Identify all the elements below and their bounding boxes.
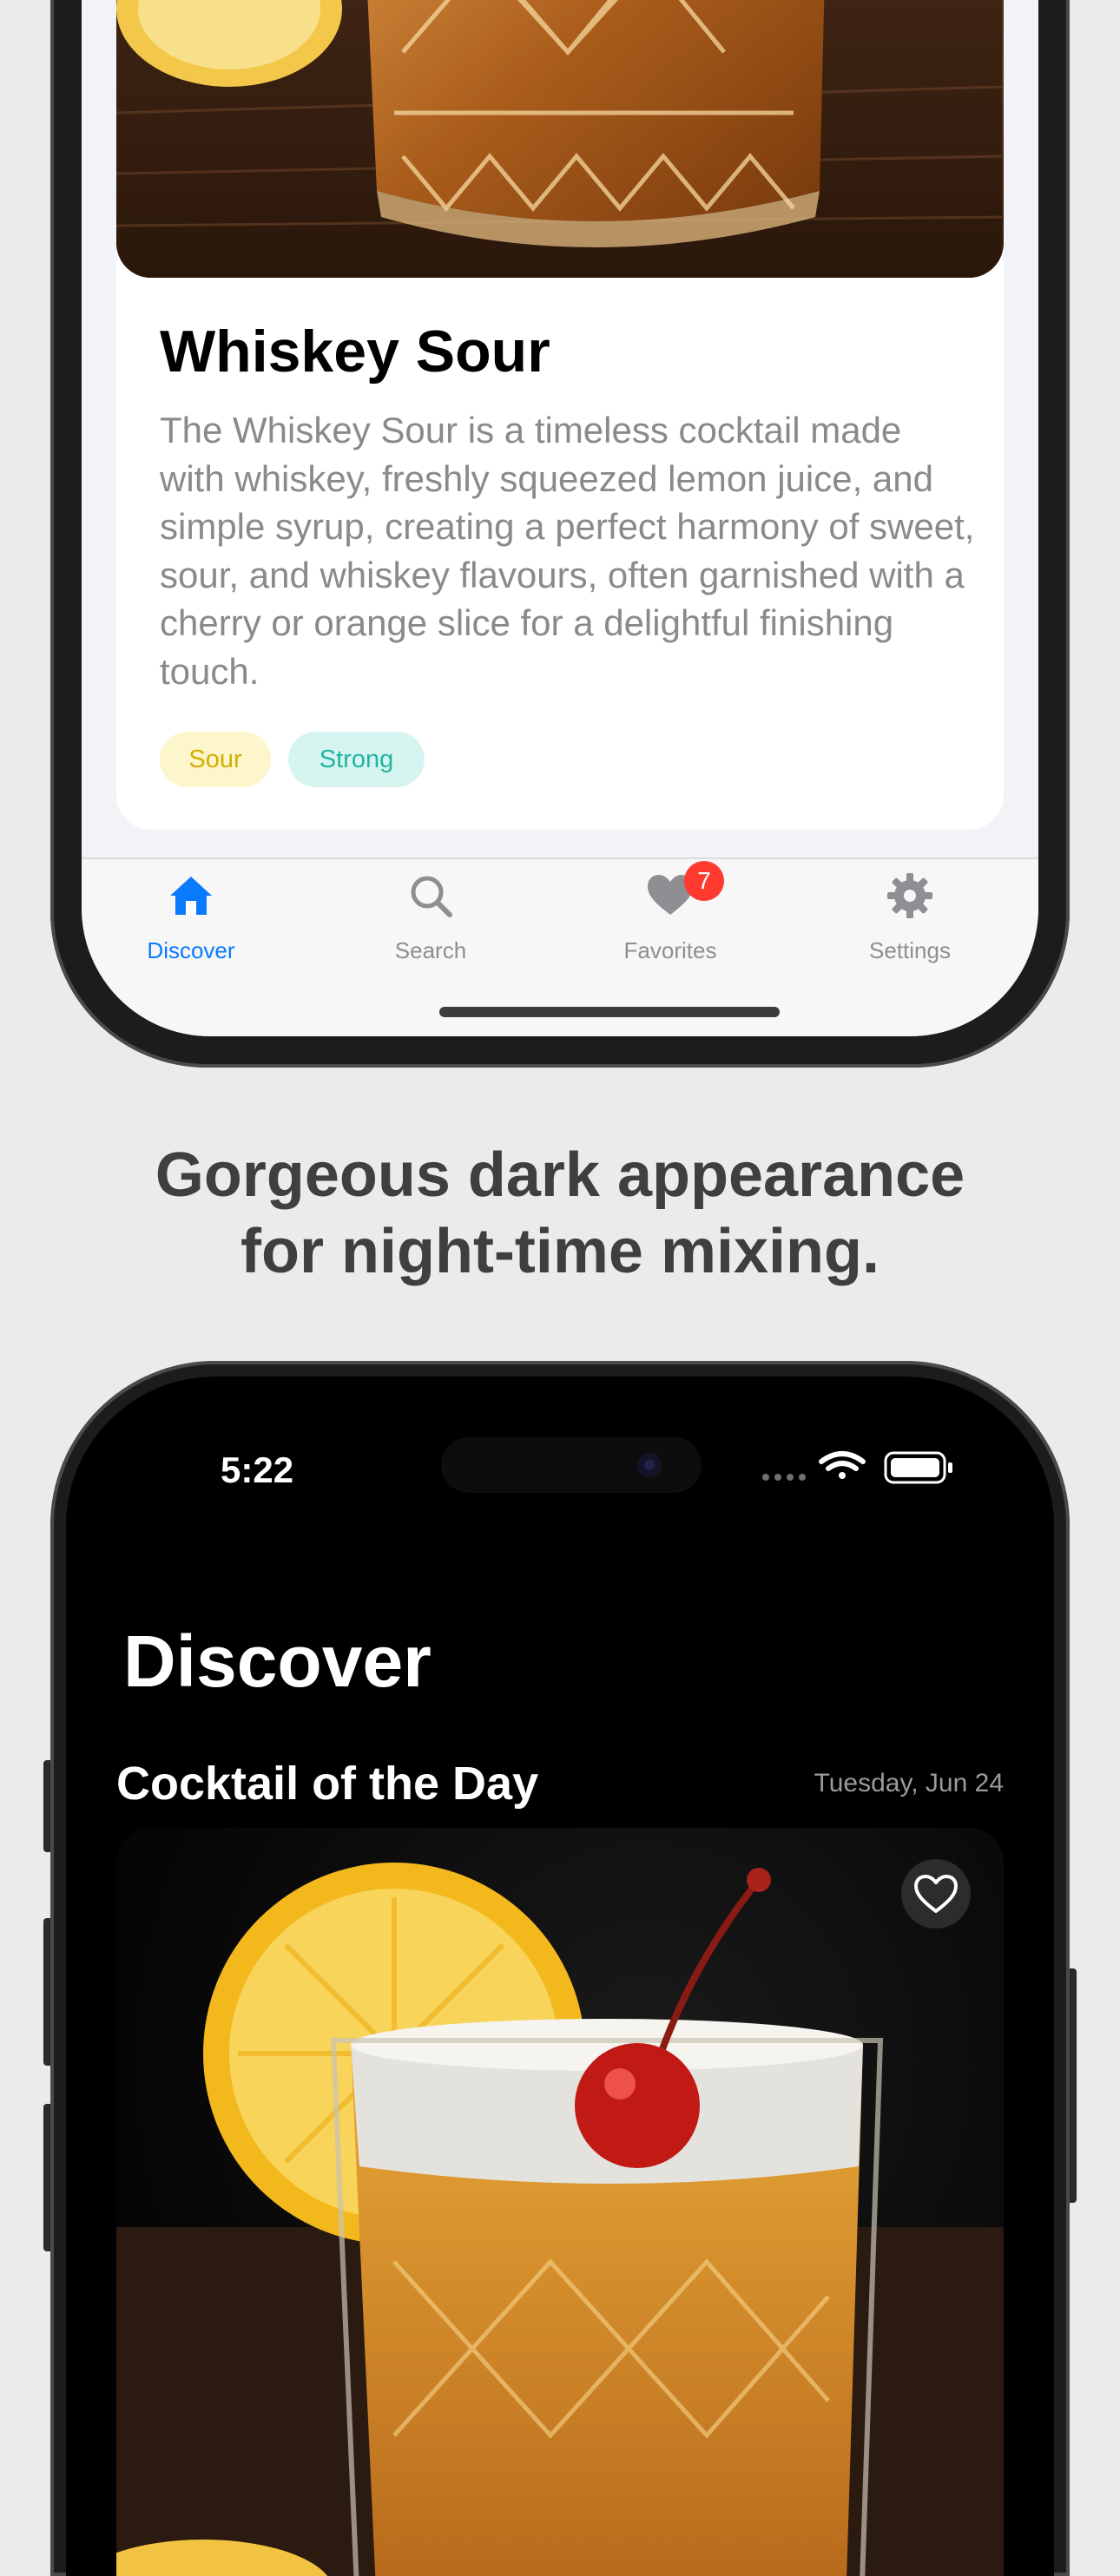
dark-phone-screen: 5:22 Discover Cocktail of the Day Tuesda… xyxy=(66,1377,1054,2576)
house-icon xyxy=(170,877,212,915)
tag-strong[interactable]: Strong xyxy=(288,732,425,787)
home-indicator[interactable] xyxy=(439,1007,780,1017)
favorites-count-badge: 7 xyxy=(684,861,724,901)
magnifier-icon xyxy=(411,876,452,917)
cocktail-of-the-day-card[interactable] xyxy=(116,1828,1004,2576)
tab-label: Favorites xyxy=(623,937,717,963)
battery-icon xyxy=(884,1451,952,1484)
wifi-icon xyxy=(819,1451,866,1479)
whiskey-sour-photo xyxy=(116,1863,1004,2576)
cellular-signal-icon xyxy=(762,1474,806,1481)
camera-icon xyxy=(637,1453,662,1477)
headline-line-2: for night-time mixing. xyxy=(240,1217,880,1286)
tab-label: Settings xyxy=(869,937,951,963)
whiskey-glass-illustration xyxy=(116,0,1003,278)
section-title: Cocktail of the Day xyxy=(116,1758,539,1810)
tab-label: Search xyxy=(394,937,467,963)
headline-line-1: Gorgeous dark appearance xyxy=(155,1140,965,1210)
light-phone-frame: Whiskey Sour The Whiskey Sour is a timel… xyxy=(50,0,1070,1068)
cotd-date: Tuesday, Jun 24 xyxy=(814,1769,1004,1797)
light-phone-screen: Whiskey Sour The Whiskey Sour is a timel… xyxy=(82,0,1038,1036)
cocktail-card[interactable]: Whiskey Sour The Whiskey Sour is a timel… xyxy=(116,0,1004,830)
cocktail-photo xyxy=(116,0,1004,278)
cocktail-name: Whiskey Sour xyxy=(160,319,550,384)
dark-phone-frame: 5:22 Discover Cocktail of the Day Tuesda… xyxy=(50,1361,1070,2576)
status-icons xyxy=(762,1451,952,1484)
favorite-button[interactable] xyxy=(901,1859,971,1929)
dynamic-island xyxy=(441,1437,702,1493)
tab-label: Discover xyxy=(147,937,235,963)
heart-outline-icon xyxy=(914,1875,958,1913)
tag-sour[interactable]: Sour xyxy=(160,732,271,787)
page-title: Discover xyxy=(123,1620,432,1702)
cocktail-description: The Whiskey Sour is a timeless cocktail … xyxy=(160,410,975,692)
gear-icon xyxy=(887,873,932,918)
marketing-headline: Gorgeous dark appearance for night-time … xyxy=(0,1137,1120,1290)
status-time: 5:22 xyxy=(221,1449,294,1490)
